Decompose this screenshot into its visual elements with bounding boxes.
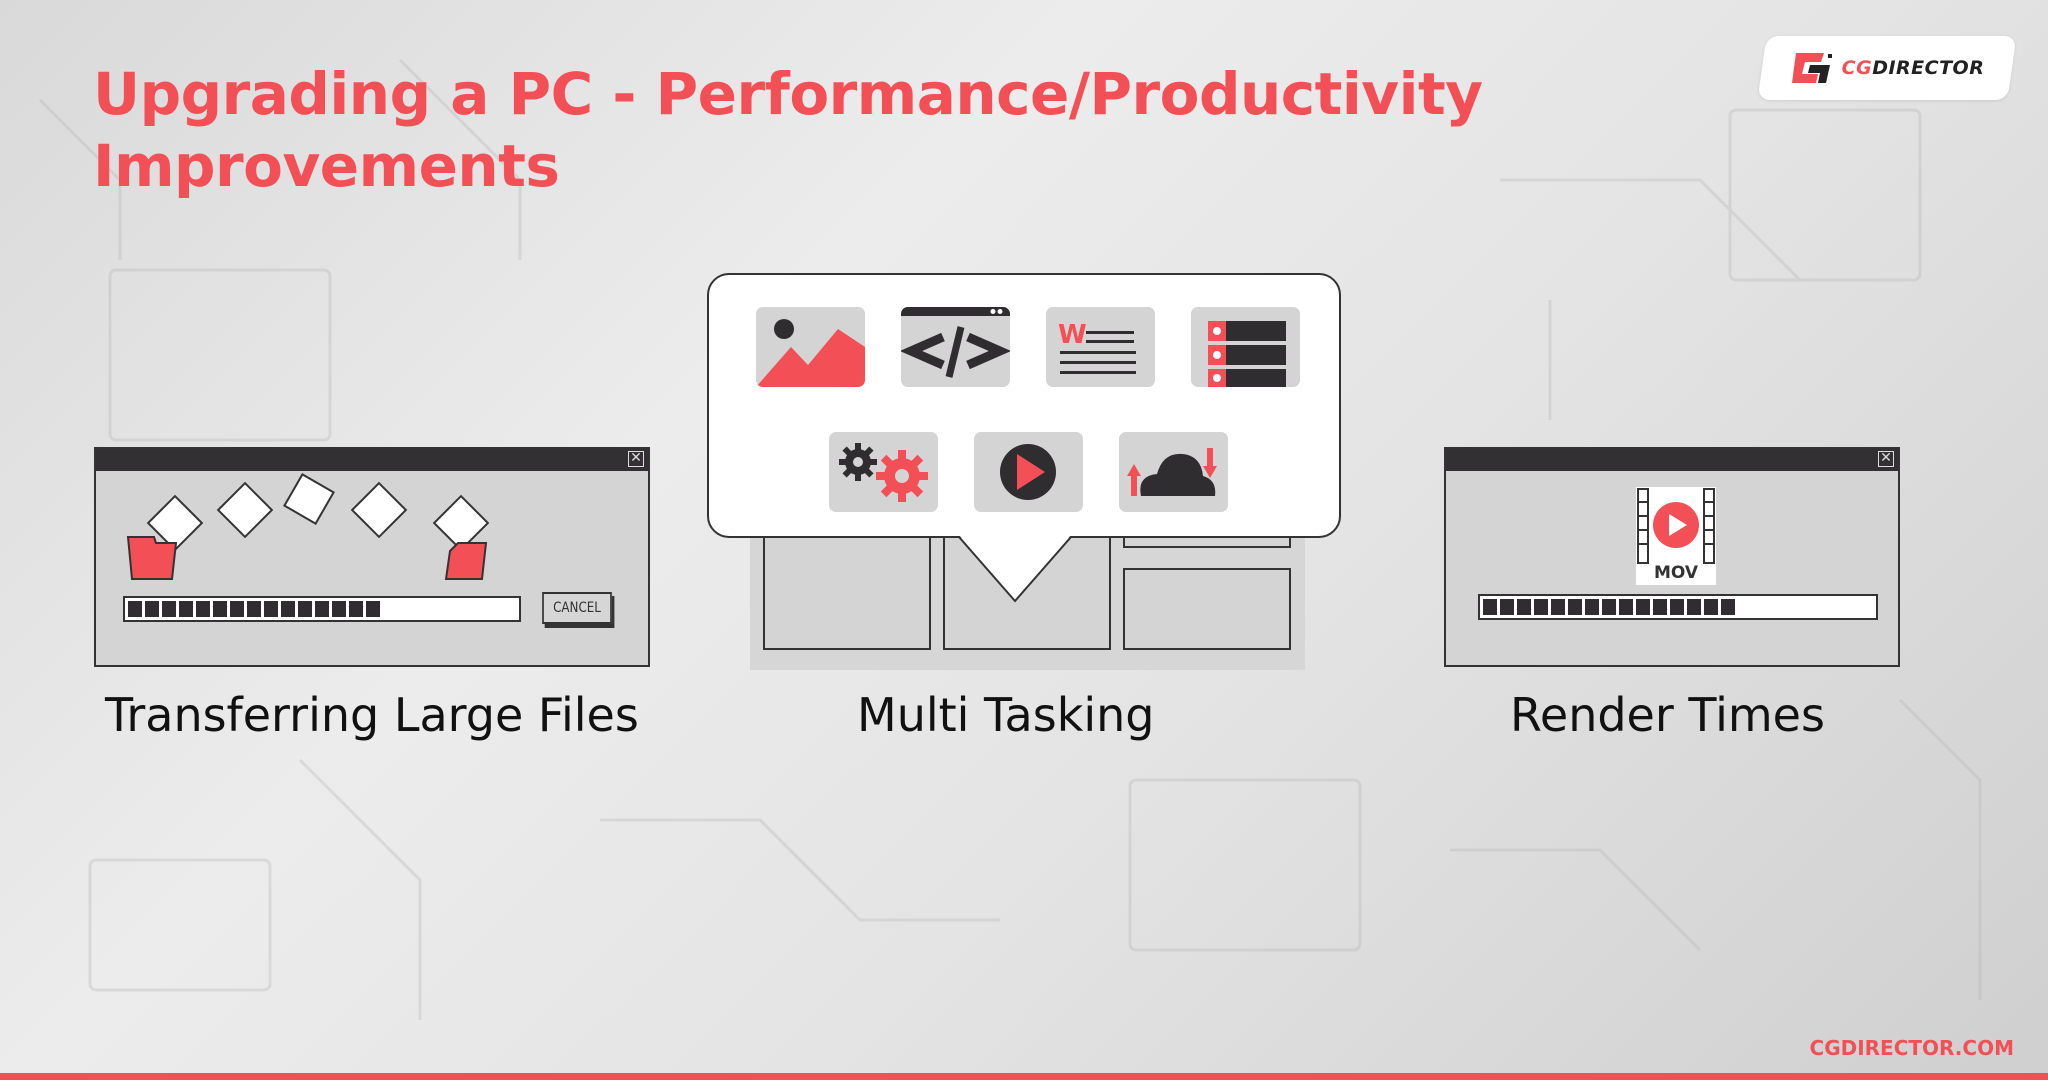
logo-text: CGDIRECTOR (1841, 57, 1985, 79)
progress-segment (315, 601, 329, 617)
file-type-label: MOV (1653, 563, 1699, 583)
progress-segment (247, 601, 261, 617)
server-icon (1208, 321, 1286, 387)
progress-segment (366, 601, 380, 617)
bubble-pointer (958, 535, 1072, 603)
progress-segment (1517, 599, 1531, 615)
multitask-speech-bubble: W (707, 273, 1341, 538)
progress-segment (1483, 599, 1497, 615)
progress-segment (1670, 599, 1684, 615)
progress-segment (1585, 599, 1599, 615)
progress-segment (298, 601, 312, 617)
cgdirector-logo-icon (1791, 53, 1832, 83)
progress-segment (162, 601, 176, 617)
close-icon[interactable]: ✕ (628, 451, 644, 467)
progress-segment (1551, 599, 1565, 615)
file-transfer-window: ✕ CANCEL (94, 447, 650, 667)
document-icon (432, 494, 490, 552)
word-document-icon: W (1058, 320, 1136, 374)
progress-segment (1636, 599, 1650, 615)
progress-segment (145, 601, 159, 617)
progress-segment (1653, 599, 1667, 615)
file-transfer-illustration (126, 473, 490, 580)
cancel-button[interactable]: CANCEL (542, 592, 612, 624)
window-title-bar: ✕ (1446, 449, 1898, 471)
progress-segment (1619, 599, 1633, 615)
close-icon[interactable]: ✕ (1878, 451, 1894, 467)
media-player-tile[interactable] (974, 432, 1083, 512)
code-icon (901, 307, 1010, 378)
panel-label: Render Times (1510, 688, 1825, 742)
window-title-bar: ✕ (96, 449, 648, 471)
footer-accent-bar (0, 1073, 2048, 1080)
cgdirector-logo[interactable]: CGDIRECTOR (1757, 36, 2017, 100)
image-icon (756, 319, 865, 387)
progress-segment (196, 601, 210, 617)
progress-segment (281, 601, 295, 617)
progress-segment (213, 601, 227, 617)
document-icon (216, 481, 274, 539)
progress-segment (230, 601, 244, 617)
window-pane (763, 520, 931, 650)
image-app-tile[interactable] (756, 307, 865, 387)
code-editor-tile[interactable] (901, 307, 1010, 387)
progress-segment (332, 601, 346, 617)
settings-tile[interactable] (829, 432, 938, 512)
title-line-1: Upgrading a PC - Performance/Productivit… (93, 60, 1483, 128)
progress-segment (1602, 599, 1616, 615)
cloud-sync-tile[interactable] (1119, 432, 1228, 512)
progress-segment (179, 601, 193, 617)
footer-url[interactable]: CGDIRECTOR.COM (1810, 1036, 2014, 1060)
render-window: ✕ MOV (1444, 447, 1900, 667)
transfer-progress-bar (123, 596, 521, 622)
progress-segment (1534, 599, 1548, 615)
gears-icon (839, 443, 928, 502)
panel-label: Transferring Large Files (105, 688, 639, 742)
page-title: Upgrading a PC - Performance/Productivit… (93, 58, 1493, 202)
word-document-tile[interactable]: W (1046, 307, 1155, 387)
progress-segment (1500, 599, 1514, 615)
render-progress-bar (1478, 594, 1878, 620)
cloud-sync-icon (1127, 448, 1217, 496)
progress-segment (1568, 599, 1582, 615)
progress-segment (128, 601, 142, 617)
title-line-2: Improvements (93, 132, 560, 200)
svg-text:W: W (1058, 320, 1087, 350)
folder-icon (444, 542, 488, 580)
document-icon (283, 473, 335, 525)
progress-segment (349, 601, 363, 617)
progress-segment (1704, 599, 1718, 615)
progress-segment (1721, 599, 1735, 615)
document-icon (350, 481, 408, 539)
server-tile[interactable] (1191, 307, 1300, 387)
progress-segment (264, 601, 278, 617)
progress-segment (1687, 599, 1701, 615)
panel-label: Multi Tasking (857, 688, 1155, 742)
folder-icon (126, 536, 178, 580)
play-icon (1000, 444, 1056, 500)
window-pane (1123, 568, 1291, 650)
